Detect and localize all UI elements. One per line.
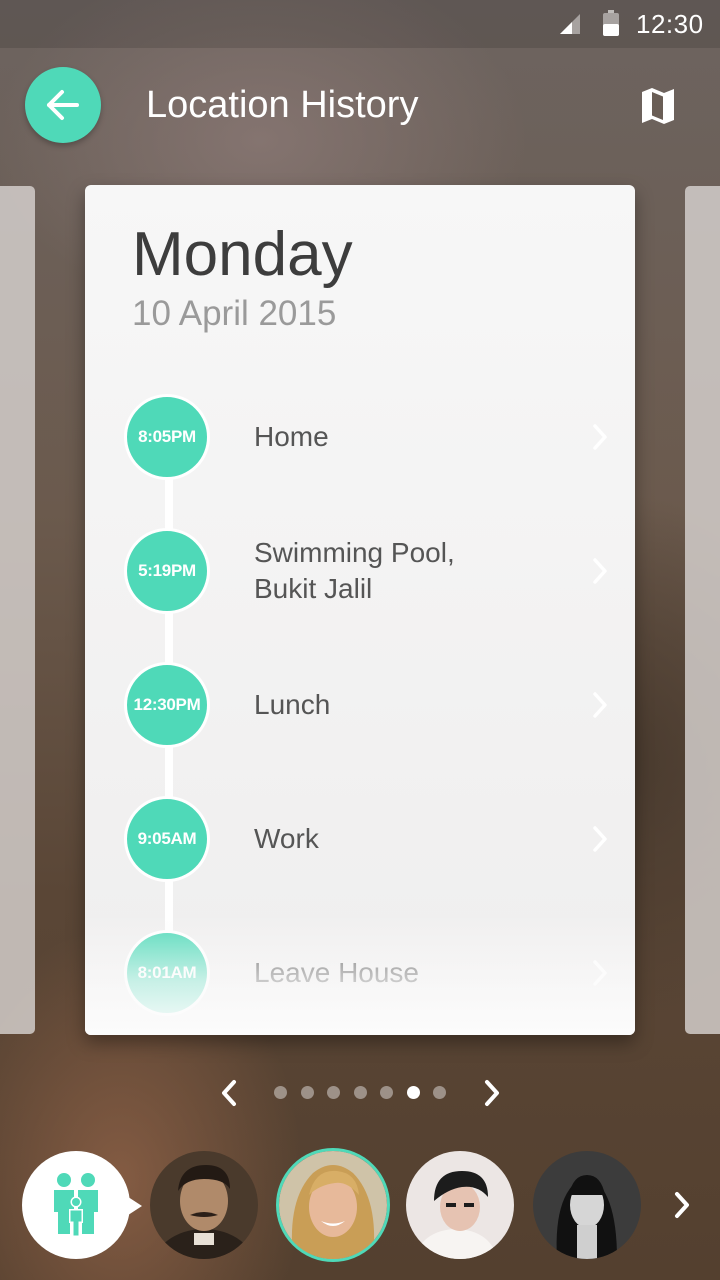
chevron-right-icon bbox=[593, 692, 607, 718]
map-button[interactable] bbox=[634, 82, 682, 130]
time-badge: 8:01AM bbox=[124, 930, 210, 1016]
person-avatar[interactable] bbox=[150, 1151, 258, 1259]
time-badge: 9:05AM bbox=[124, 796, 210, 882]
place-label: Home bbox=[254, 421, 329, 452]
chevron-right-icon bbox=[593, 826, 607, 852]
person-avatar-selected[interactable] bbox=[276, 1148, 390, 1262]
time-badge: 5:19PM bbox=[124, 528, 210, 614]
previous-day-card[interactable] bbox=[0, 186, 35, 1034]
day-name: Monday bbox=[132, 220, 353, 289]
family-icon bbox=[54, 1173, 98, 1237]
page-dot[interactable] bbox=[380, 1086, 393, 1099]
day-date: 10 April 2015 bbox=[132, 294, 337, 333]
next-day-button[interactable] bbox=[477, 1076, 507, 1110]
page-dot[interactable] bbox=[327, 1086, 340, 1099]
chevron-right-icon bbox=[485, 1080, 499, 1106]
timeline-item[interactable]: 5:19PM Swimming Pool, Bukit Jalil bbox=[85, 521, 635, 621]
page-title: Location History bbox=[146, 84, 419, 126]
place-label: Swimming Pool, Bukit Jalil bbox=[254, 537, 455, 604]
family-button[interactable] bbox=[22, 1151, 130, 1259]
previous-day-button[interactable] bbox=[214, 1076, 244, 1110]
location-history-screen: 12:30 Location History Monday 10 April 2… bbox=[0, 0, 720, 1280]
person-avatar[interactable] bbox=[406, 1151, 514, 1259]
chevron-right-icon bbox=[593, 960, 607, 986]
time-badge: 12:30PM bbox=[124, 662, 210, 748]
page-dot-active[interactable] bbox=[406, 1086, 420, 1099]
timeline-item[interactable]: 8:05PM Home bbox=[85, 387, 635, 487]
page-indicator bbox=[274, 1086, 460, 1100]
page-dot[interactable] bbox=[433, 1086, 446, 1099]
page-dot[interactable] bbox=[300, 1086, 314, 1099]
chevron-right-icon bbox=[593, 558, 607, 584]
place-label: Work bbox=[254, 823, 319, 854]
chevron-left-icon bbox=[222, 1080, 236, 1106]
timeline-item[interactable]: 12:30PM Lunch bbox=[85, 655, 635, 755]
next-day-card[interactable] bbox=[685, 186, 720, 1034]
status-time: 12:30 bbox=[636, 9, 704, 39]
place-label: Leave House bbox=[254, 957, 420, 988]
timeline-item[interactable]: 9:05AM Work bbox=[85, 789, 635, 889]
status-bar: 12:30 bbox=[0, 0, 720, 48]
signal-icon bbox=[560, 14, 580, 34]
more-people-button[interactable] bbox=[667, 1188, 697, 1222]
battery-icon bbox=[603, 10, 619, 36]
time-badge: 8:05PM bbox=[124, 394, 210, 480]
chevron-right-icon bbox=[675, 1192, 689, 1218]
chevron-right-icon bbox=[593, 424, 607, 450]
page-dot[interactable] bbox=[274, 1086, 287, 1099]
map-icon bbox=[642, 88, 674, 124]
page-dot[interactable] bbox=[353, 1086, 367, 1099]
back-button[interactable] bbox=[25, 67, 101, 143]
timeline-item[interactable]: 8:01AM Leave House bbox=[85, 923, 635, 1023]
arrow-left-icon bbox=[47, 90, 79, 120]
person-avatar[interactable] bbox=[533, 1151, 641, 1259]
place-label: Lunch bbox=[254, 689, 331, 720]
day-card: Monday 10 April 2015 8:05PM Home 5:19PM … bbox=[85, 185, 635, 1035]
